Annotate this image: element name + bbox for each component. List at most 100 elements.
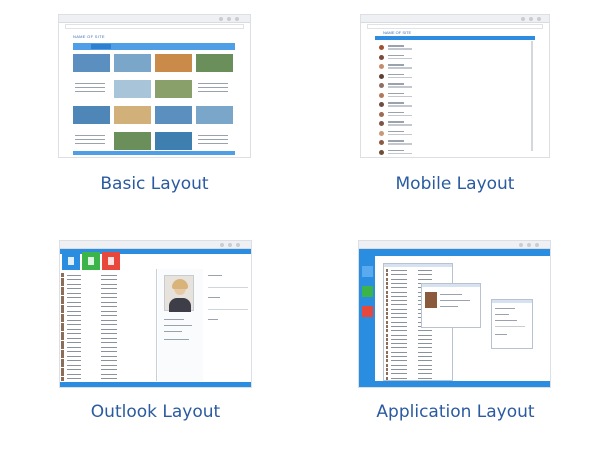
list-item[interactable] (379, 91, 529, 101)
basic-layout-thumbnail[interactable]: NAME OF SITE (58, 14, 251, 158)
avatar (379, 54, 384, 60)
table-row[interactable] (386, 376, 450, 380)
list-item[interactable] (379, 62, 529, 72)
avatar (61, 376, 64, 381)
photo-thumbnail[interactable] (196, 80, 233, 98)
photo-thumbnail[interactable] (114, 106, 151, 124)
details-pane (158, 269, 203, 381)
avatar (61, 372, 64, 376)
table-row[interactable] (386, 355, 450, 358)
basic-layout-label[interactable]: Basic Layout (58, 174, 251, 194)
contact-photo (164, 275, 194, 312)
photo-thumbnail[interactable] (114, 80, 151, 98)
mobile-layout-thumbnail[interactable]: NAME OF SITE (360, 14, 550, 158)
list-item[interactable] (379, 119, 529, 129)
list-item[interactable] (379, 110, 529, 120)
list-item[interactable] (379, 43, 529, 53)
table-row[interactable] (61, 372, 155, 376)
list-item[interactable] (379, 100, 529, 110)
table-row[interactable] (61, 300, 155, 304)
photo-thumbnail[interactable] (73, 80, 110, 98)
contacts-tile[interactable] (102, 252, 120, 270)
table-row[interactable] (386, 372, 450, 376)
table-row[interactable] (61, 313, 155, 318)
photo-thumbnail[interactable] (73, 54, 110, 72)
calendar-tile[interactable] (362, 286, 373, 297)
photo-thumbnail[interactable] (73, 132, 110, 150)
table-row[interactable] (386, 363, 450, 367)
table-row[interactable] (61, 331, 155, 336)
application-layout-label[interactable]: Application Layout (358, 402, 553, 422)
avatar (61, 277, 64, 282)
mail-tile[interactable] (362, 266, 373, 277)
table-row[interactable] (61, 363, 155, 367)
mobile-layout-label[interactable]: Mobile Layout (360, 174, 550, 194)
table-row[interactable] (61, 354, 155, 358)
photo-thumbnail[interactable] (155, 106, 192, 124)
table-row[interactable] (386, 333, 450, 337)
detail-dialog-window[interactable] (491, 299, 533, 349)
outlook-layout-thumbnail[interactable] (59, 240, 252, 388)
list-item[interactable] (379, 138, 529, 148)
address-bar (65, 24, 244, 29)
outlook-layout-label[interactable]: Outlook Layout (58, 402, 253, 422)
table-row[interactable] (61, 291, 155, 295)
photo-thumbnail[interactable] (114, 132, 151, 150)
table-row[interactable] (386, 269, 450, 272)
table-row[interactable] (61, 376, 155, 381)
application-layout-thumbnail[interactable] (358, 240, 551, 388)
photo-thumbnail[interactable] (155, 54, 192, 72)
calendar-tile[interactable] (82, 252, 100, 270)
basic-layout-card[interactable]: NAME OF SITE Basic Layout (58, 14, 253, 214)
photo-thumbnail[interactable] (196, 106, 233, 124)
list-item[interactable] (379, 129, 529, 139)
avatar (61, 358, 64, 363)
avatar (379, 92, 384, 98)
avatar (61, 291, 64, 295)
table-row[interactable] (386, 337, 450, 341)
table-row[interactable] (61, 336, 155, 340)
avatar (61, 340, 64, 345)
table-row[interactable] (61, 327, 155, 331)
table-row[interactable] (386, 329, 450, 333)
table-row[interactable] (386, 277, 450, 281)
table-row[interactable] (386, 273, 450, 277)
table-row[interactable] (61, 358, 155, 363)
table-row[interactable] (61, 367, 155, 372)
table-row[interactable] (61, 322, 155, 327)
outlook-layout-card[interactable]: Outlook Layout (58, 240, 253, 430)
table-row[interactable] (61, 282, 155, 286)
mobile-layout-card[interactable]: NAME OF SITE Mobile Layout (360, 14, 555, 214)
list-item[interactable] (379, 81, 529, 91)
table-row[interactable] (61, 273, 155, 277)
contact-details-window[interactable] (421, 283, 481, 328)
avatar (61, 286, 64, 291)
photo-thumbnail[interactable] (196, 54, 233, 72)
scrollbar[interactable] (531, 41, 533, 151)
photo-thumbnail[interactable] (196, 132, 233, 150)
table-row[interactable] (61, 304, 155, 309)
table-row[interactable] (61, 286, 155, 291)
table-row[interactable] (386, 350, 450, 354)
photo-thumbnail[interactable] (155, 132, 192, 150)
table-row[interactable] (61, 318, 155, 322)
table-row[interactable] (61, 349, 155, 354)
table-row[interactable] (61, 295, 155, 300)
table-row[interactable] (386, 359, 450, 363)
table-row[interactable] (61, 277, 155, 282)
table-row[interactable] (61, 309, 155, 313)
table-row[interactable] (61, 345, 155, 349)
photo-thumbnail[interactable] (114, 54, 151, 72)
list-item[interactable] (379, 53, 529, 63)
table-row[interactable] (61, 340, 155, 345)
table-row[interactable] (386, 342, 450, 346)
application-layout-card[interactable]: Application Layout (358, 240, 553, 430)
photo-thumbnail[interactable] (155, 80, 192, 98)
list-item[interactable] (379, 148, 529, 158)
table-row[interactable] (386, 367, 450, 371)
mail-tile[interactable] (62, 252, 80, 270)
list-item[interactable] (379, 72, 529, 82)
contacts-tile[interactable] (362, 306, 373, 317)
photo-thumbnail[interactable] (73, 106, 110, 124)
table-row[interactable] (386, 346, 450, 350)
